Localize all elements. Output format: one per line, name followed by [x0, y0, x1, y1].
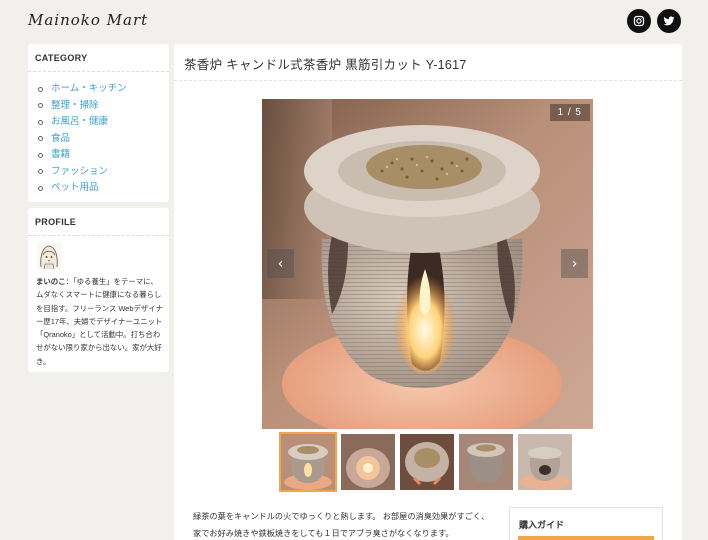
bullet-icon [38, 119, 43, 125]
instagram-link[interactable] [627, 9, 651, 33]
thumbnail-3[interactable] [400, 434, 454, 490]
thumbnail-image [459, 434, 513, 490]
bullet-icon [38, 152, 43, 158]
chevron-left-icon: ‹ [277, 255, 284, 272]
thumbnail-image [518, 434, 572, 490]
thumbnail-image [281, 434, 335, 490]
prev-slide-button[interactable]: ‹ [267, 249, 294, 278]
bullet-icon [38, 103, 43, 109]
profile-card: PROFILE まいのこ：「ゆる養生」をテーマに、ムダなくスマートに健康になる暮… [28, 208, 169, 372]
category-label: 書籍 [51, 149, 71, 160]
product-gallery[interactable]: 1 / 5 ‹ › [262, 99, 593, 429]
avatar [37, 243, 61, 269]
site-logo[interactable]: Mainoko Mart [28, 11, 148, 29]
category-item-fashion[interactable]: ファッション [38, 164, 169, 181]
next-slide-button[interactable]: › [561, 249, 588, 278]
product-title: 茶香炉 キャンドル式茶香炉 黒筋引カット Y-1617 [184, 58, 467, 72]
twitter-link[interactable] [657, 9, 681, 33]
thumbnail-1[interactable] [279, 432, 337, 492]
thumbnail-image [341, 434, 395, 490]
category-label: ファッション [51, 165, 109, 177]
buy-guide-accent-bar [518, 536, 654, 540]
bullet-icon [38, 185, 43, 191]
category-label: ペット用品 [51, 182, 99, 193]
bullet-icon [38, 169, 43, 175]
category-label: 食品 [51, 132, 71, 144]
thumbnail-5[interactable] [518, 434, 572, 490]
chevron-right-icon: › [571, 255, 578, 272]
product-description: 緑茶の葉をキャンドルの火でゆっくりと熱します。 お部屋の消臭効果がすごく、家でお… [193, 512, 490, 538]
profile-bio: まいのこ：「ゆる養生」をテーマに、ムダなくスマートに健康になる暮らしを目指す。フ… [36, 275, 163, 368]
product-photo [262, 99, 593, 429]
title-divider [174, 80, 682, 81]
category-item-food[interactable]: 食品 [38, 131, 169, 148]
twitter-icon [663, 16, 675, 26]
category-item-organize[interactable]: 整理・掃除 [38, 98, 169, 115]
category-label: 整理・掃除 [51, 99, 99, 111]
category-list: ホーム・キッチン 整理・掃除 お風呂・健康 食品 書籍 ファッション ペット用品 [28, 72, 169, 197]
slide-counter: 1 / 5 [549, 104, 590, 121]
category-label: お風呂・健康 [51, 116, 109, 127]
bullet-icon [38, 136, 43, 142]
profile-bio-text: ：「ゆる養生」をテーマに、ムダなくスマートに健康になる暮らしを目指す。フリーラン… [36, 277, 163, 366]
category-item-pets[interactable]: ペット用品 [38, 180, 169, 197]
category-item-home-kitchen[interactable]: ホーム・キッチン [38, 81, 169, 98]
category-card: CATEGORY ホーム・キッチン 整理・掃除 お風呂・健康 食品 書籍 ファッ… [28, 44, 169, 202]
thumbnail-4[interactable] [459, 434, 513, 490]
profile-name: まいのこ [36, 277, 66, 286]
category-item-bath-health[interactable]: お風呂・健康 [38, 114, 169, 131]
category-heading: CATEGORY [28, 44, 169, 72]
category-item-books[interactable]: 書籍 [38, 147, 169, 164]
thumbnail-strip [279, 432, 579, 492]
thumbnail-image [400, 434, 454, 490]
bullet-icon [38, 86, 43, 92]
buy-guide-title: 購入ガイド [519, 520, 565, 530]
category-label: ホーム・キッチン [51, 83, 127, 94]
buy-guide-card[interactable]: 購入ガイド [509, 507, 663, 540]
profile-heading: PROFILE [28, 208, 169, 236]
instagram-icon [633, 15, 645, 27]
thumbnail-2[interactable] [341, 434, 395, 490]
